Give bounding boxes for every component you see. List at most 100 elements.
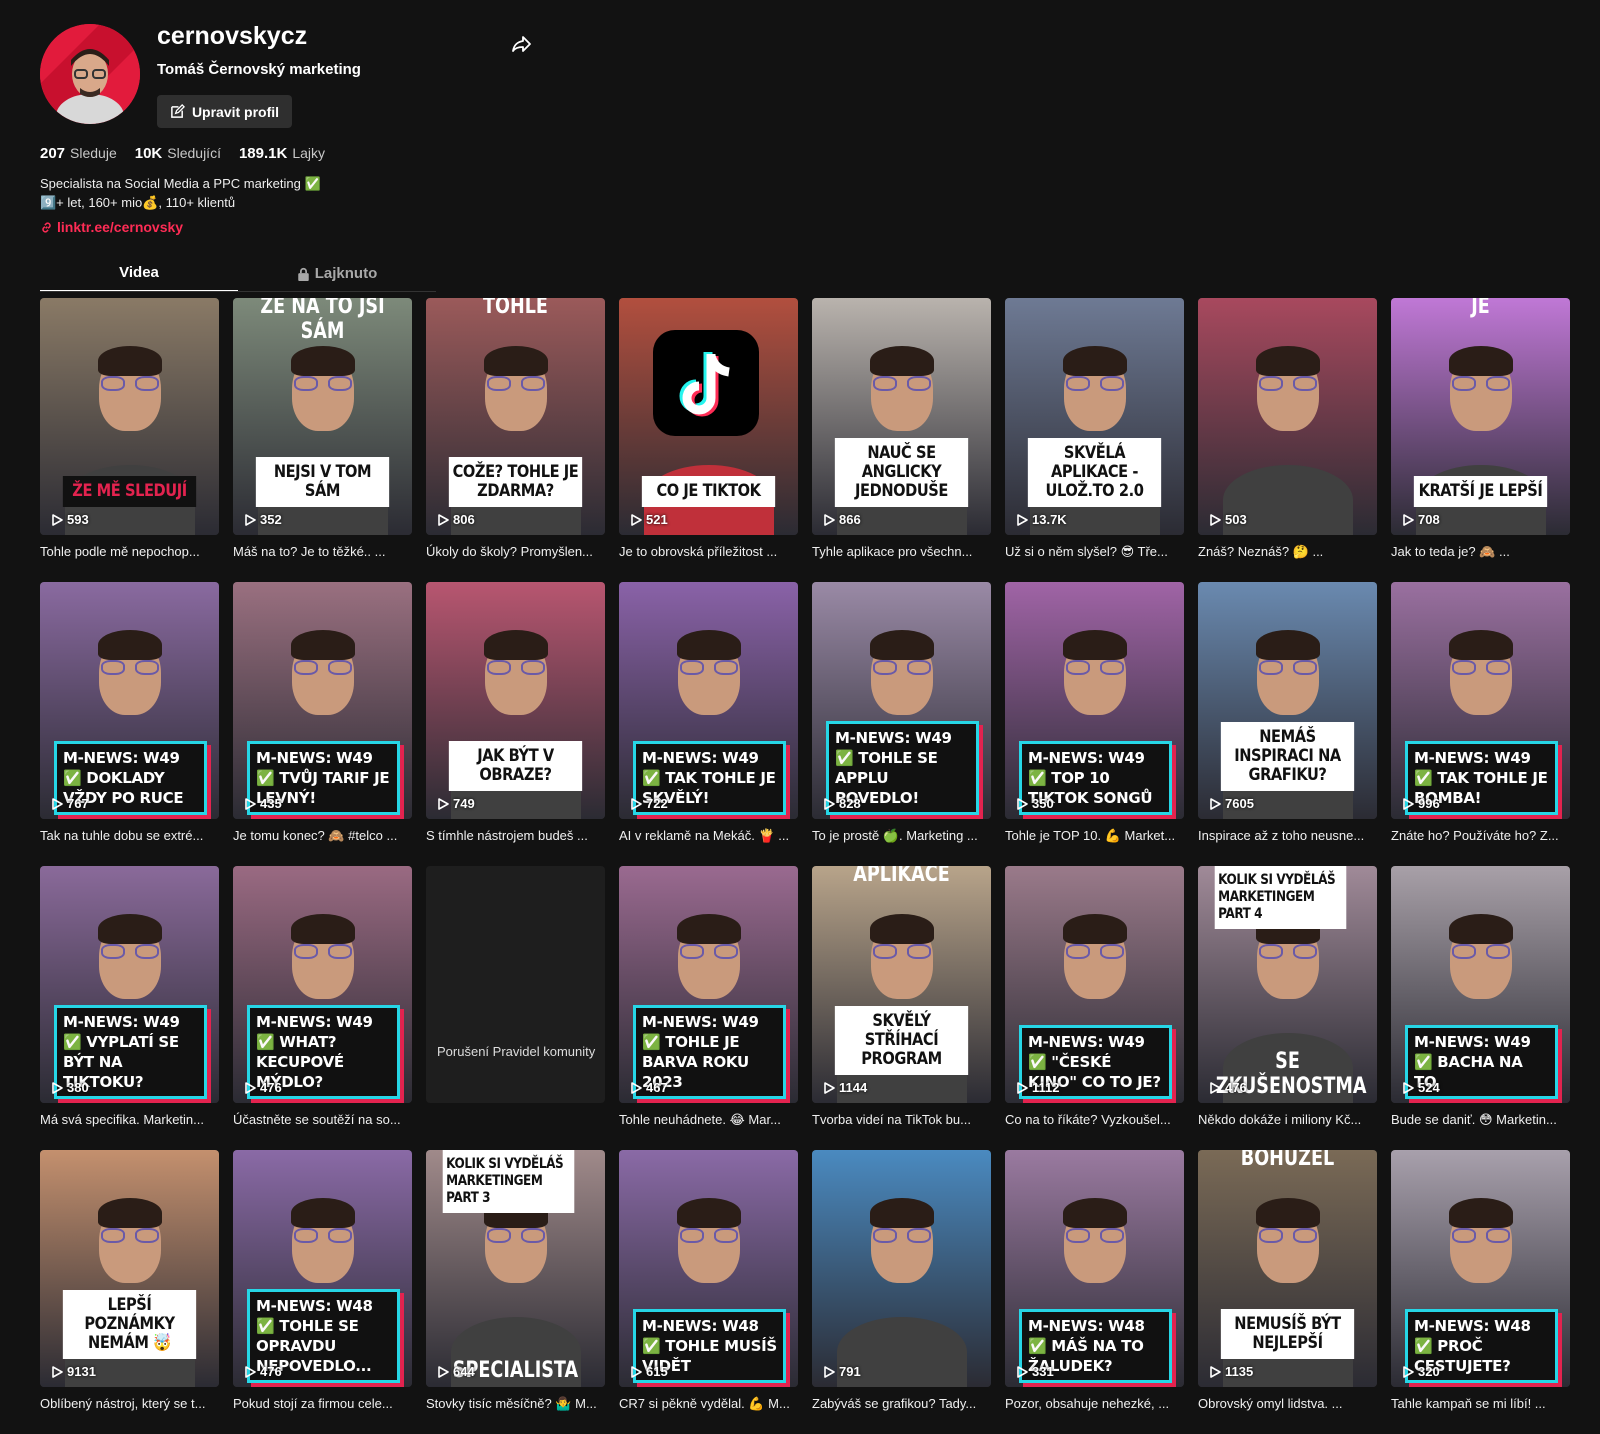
video-item[interactable]: M-NEWS: W49 ✅ TOHLE JE BARVA ROKU 2023 46…: [619, 866, 798, 1150]
avatar[interactable]: [40, 24, 140, 124]
edit-profile-button[interactable]: Upravit profil: [157, 95, 292, 128]
video-thumbnail[interactable]: M-NEWS: W49 ✅ TOP 10 TIKTOK SONGŮ 350: [1005, 582, 1184, 819]
video-thumbnail[interactable]: M-NEWS: W49 ✅ TAK TOHLE JE BOMBA! 996: [1391, 582, 1570, 819]
video-thumbnail[interactable]: CO JE TIKTOK 521: [619, 298, 798, 535]
video-thumbnail[interactable]: BOHUŽEL NEMUSÍŠ BÝT NEJLEPŠÍ 1135: [1198, 1150, 1377, 1387]
video-description[interactable]: Tyhle aplikace pro všechn...: [812, 544, 991, 559]
video-description[interactable]: Inspirace až z toho neusne...: [1198, 828, 1377, 843]
video-thumbnail[interactable]: M-NEWS: W48 ✅ MÁŠ NA TO ŽALUDEK? 331: [1005, 1150, 1184, 1387]
video-item[interactable]: APLIKACE SKVĚLÝ STŘÍHACÍ PROGRAM 1144 Tvorb…: [812, 866, 991, 1150]
video-item[interactable]: BOHUŽEL NEMUSÍŠ BÝT NEJLEPŠÍ 1135 Obrovský …: [1198, 1150, 1377, 1434]
video-description[interactable]: Úkoly do školy? Promyšlen...: [426, 544, 605, 559]
video-description[interactable]: Znáte ho? Používáte ho? Z...: [1391, 828, 1570, 843]
video-thumbnail[interactable]: 791: [812, 1150, 991, 1387]
video-thumbnail[interactable]: M-NEWS: W49 ✅ DOKLADY VŽDY PO RUCE 767: [40, 582, 219, 819]
video-thumbnail[interactable]: NAUČ SE ANGLICKY JEDNODUŠE 866: [812, 298, 991, 535]
video-description[interactable]: Tahle kampaň se mi líbí! ...: [1391, 1396, 1570, 1411]
video-description[interactable]: Je to obrovská příležitost ...: [619, 544, 798, 559]
video-thumbnail[interactable]: SKVĚLÁ APLIKACE - ULOŽ.TO 2.0 13.7K: [1005, 298, 1184, 535]
video-thumbnail[interactable]: NEMÁŠ INSPIRACI NA GRAFIKU? 7605: [1198, 582, 1377, 819]
video-item[interactable]: M-NEWS: W49 ✅ TOHLE SE APPLU POVEDLO! 828…: [812, 582, 991, 866]
video-item[interactable]: M-NEWS: W49 ✅ TOP 10 TIKTOK SONGŮ 350 Tohl…: [1005, 582, 1184, 866]
video-item[interactable]: M-NEWS: W49 ✅ "ČESKÉ KINO" CO TO JE? 1112…: [1005, 866, 1184, 1150]
video-thumbnail[interactable]: M-NEWS: W48 ✅ TOHLE SE OPRAVDU NEPOVEDLO…: [233, 1150, 412, 1387]
video-thumbnail[interactable]: ŽE MĚ SLEDUJÍ 593: [40, 298, 219, 535]
video-item[interactable]: M-NEWS: W49 ✅ TAK TOHLE JE BOMBA! 996 Znát…: [1391, 582, 1570, 866]
video-item[interactable]: M-NEWS: W48 ✅ TOHLE MUSÍŠ VIDĚT 615 CR7 si…: [619, 1150, 798, 1434]
video-description[interactable]: AI v reklamě na Mekáč. 🍟 ...: [619, 828, 798, 844]
video-description[interactable]: Bude se daniť. 😳 Marketin...: [1391, 1112, 1570, 1128]
video-thumbnail[interactable]: Porušení Pravidel komunity: [426, 866, 605, 1103]
video-description[interactable]: Účastněte se soutěží na so...: [233, 1112, 412, 1127]
video-description[interactable]: Tohle neuhádnete. 😂 Mar...: [619, 1112, 798, 1128]
video-thumbnail[interactable]: M-NEWS: W49 ✅ VYPLATÍ SE BÝT NA TIKTOKU?…: [40, 866, 219, 1103]
video-thumbnail[interactable]: LEPŠÍ POZNÁMKY NEMÁM 🤯 9131: [40, 1150, 219, 1387]
video-item[interactable]: NEMÁŠ INSPIRACI NA GRAFIKU? 7605 Inspirace…: [1198, 582, 1377, 866]
video-description[interactable]: Tohle je TOP 10. 💪 Market...: [1005, 828, 1184, 844]
video-thumbnail[interactable]: M-NEWS: W49 ✅ TOHLE SE APPLU POVEDLO! 828: [812, 582, 991, 819]
video-item[interactable]: M-NEWS: W49 ✅ TVŮJ TARIF JE LEVNÝ! 435 Je …: [233, 582, 412, 866]
video-item[interactable]: 503 Znáš? Neznáš? 🤔 ...: [1198, 298, 1377, 582]
video-description[interactable]: Už si o něm slyšel? 😎 Tře...: [1005, 544, 1184, 560]
video-item[interactable]: M-NEWS: W48 ✅ MÁŠ NA TO ŽALUDEK? 331 Pozor…: [1005, 1150, 1184, 1434]
video-item[interactable]: M-NEWS: W48 ✅ PROČ CESTUJETE? 320 Tahle ka…: [1391, 1150, 1570, 1434]
video-item[interactable]: M-NEWS: W49 ✅ TAK TOHLE JE SKVĚLÝ! 722 AI …: [619, 582, 798, 866]
video-description[interactable]: Jak to teda je? 🙈 ...: [1391, 544, 1570, 560]
video-thumbnail[interactable]: APLIKACE SKVĚLÝ STŘÍHACÍ PROGRAM 1144: [812, 866, 991, 1103]
video-item[interactable]: CO JE TIKTOK 521 Je to obrovská příležitos…: [619, 298, 798, 582]
video-item[interactable]: SKVĚLÁ APLIKACE - ULOŽ.TO 2.0 13.7K Už si …: [1005, 298, 1184, 582]
video-description[interactable]: Má svá specifika. Marketin...: [40, 1112, 219, 1127]
video-thumbnail[interactable]: M-NEWS: W48 ✅ TOHLE MUSÍŠ VIDĚT 615: [619, 1150, 798, 1387]
video-item[interactable]: KOLIK SI VYDĚLÁŠ MARKETINGEM PART 4 SE ZK…: [1198, 866, 1377, 1150]
video-item[interactable]: M-NEWS: W49 ✅ WHAT? KECUPOVÉ MÝDLO? 476 Úč…: [233, 866, 412, 1150]
video-thumbnail[interactable]: M-NEWS: W49 ✅ "ČESKÉ KINO" CO TO JE? 1112: [1005, 866, 1184, 1103]
video-description[interactable]: S tímhle nástrojem budeš ...: [426, 828, 605, 843]
video-thumbnail[interactable]: M-NEWS: W49 ✅ TAK TOHLE JE SKVĚLÝ! 722: [619, 582, 798, 819]
tab-videos[interactable]: Videa: [40, 258, 238, 292]
video-description[interactable]: Je tomu konec? 🙈 #telco ...: [233, 828, 412, 844]
video-item[interactable]: JAK BÝT V OBRAZE? 749 S tímhle nástrojem b…: [426, 582, 605, 866]
video-description[interactable]: To je prostě 🍏. Marketing ...: [812, 828, 991, 844]
video-thumbnail[interactable]: JAK BÝT V OBRAZE? 749: [426, 582, 605, 819]
video-description[interactable]: Co na to říkáte? Vyzkoušel...: [1005, 1112, 1184, 1127]
video-item[interactable]: NAUČ SE ANGLICKY JEDNODUŠE 866 Tyhle aplik…: [812, 298, 991, 582]
video-item[interactable]: JE KRATŠÍ JE LEPŠÍ 708 Jak to teda je? 🙈 ..…: [1391, 298, 1570, 582]
video-item[interactable]: LEPŠÍ POZNÁMKY NEMÁM 🤯 9131 Oblíbený nástr…: [40, 1150, 219, 1434]
video-description[interactable]: Pokud stojí za firmou cele...: [233, 1396, 412, 1411]
video-description[interactable]: Oblíbený nástroj, který se t...: [40, 1396, 219, 1411]
video-description[interactable]: Stovky tisíc měsíčně? 🤷‍♂️ M...: [426, 1396, 605, 1412]
video-item[interactable]: M-NEWS: W49 ✅ BACHA NA TO 524 Bude se dani…: [1391, 866, 1570, 1150]
video-description[interactable]: Tak na tuhle dobu se extré...: [40, 828, 219, 843]
video-thumbnail[interactable]: JE KRATŠÍ JE LEPŠÍ 708: [1391, 298, 1570, 535]
video-description[interactable]: Obrovský omyl lidstva. ...: [1198, 1396, 1377, 1411]
video-thumbnail[interactable]: M-NEWS: W49 ✅ TVŮJ TARIF JE LEVNÝ! 435: [233, 582, 412, 819]
video-thumbnail[interactable]: KOLIK SI VYDĚLÁŠ MARKETINGEM PART 3 SPECI…: [426, 1150, 605, 1387]
video-item[interactable]: M-NEWS: W48 ✅ TOHLE SE OPRAVDU NEPOVEDLO…: [233, 1150, 412, 1434]
video-item[interactable]: ŽE NA TO JSI SÁM NEJSI V TOM SÁM 352 Máš na…: [233, 298, 412, 582]
video-thumbnail[interactable]: M-NEWS: W49 ✅ BACHA NA TO 524: [1391, 866, 1570, 1103]
stat-following[interactable]: 207 Sleduje: [40, 145, 117, 162]
video-thumbnail[interactable]: M-NEWS: W48 ✅ PROČ CESTUJETE? 320: [1391, 1150, 1570, 1387]
video-description[interactable]: Zabýváš se grafikou? Tady...: [812, 1396, 991, 1411]
share-icon[interactable]: [510, 32, 534, 56]
stat-followers[interactable]: 10K Sledující: [135, 145, 221, 162]
video-description[interactable]: Tvorba videí na TikTok bu...: [812, 1112, 991, 1127]
video-description[interactable]: Pozor, obsahuje nehezké, ...: [1005, 1396, 1184, 1411]
video-description[interactable]: Někdo dokáže i miliony Kč...: [1198, 1112, 1377, 1127]
video-thumbnail[interactable]: M-NEWS: W49 ✅ TOHLE JE BARVA ROKU 2023 46…: [619, 866, 798, 1103]
video-thumbnail[interactable]: 503: [1198, 298, 1377, 535]
video-description[interactable]: CR7 si pěkně vydělal. 💪 M...: [619, 1396, 798, 1412]
video-item[interactable]: M-NEWS: W49 ✅ VYPLATÍ SE BÝT NA TIKTOKU?…: [40, 866, 219, 1150]
video-description[interactable]: Tohle podle mě nepochop...: [40, 544, 219, 559]
profile-link[interactable]: linktr.ee/cernovsky: [40, 219, 183, 235]
video-item[interactable]: ŽE MĚ SLEDUJÍ 593 Tohle podle mě nepochop.…: [40, 298, 219, 582]
video-item[interactable]: M-NEWS: W49 ✅ DOKLADY VŽDY PO RUCE 767 Tak…: [40, 582, 219, 866]
tab-liked[interactable]: Lajknuto: [238, 258, 436, 290]
video-thumbnail[interactable]: ŽE NA TO JSI SÁM NEJSI V TOM SÁM 352: [233, 298, 412, 535]
video-item[interactable]: KOLIK SI VYDĚLÁŠ MARKETINGEM PART 3 SPECI…: [426, 1150, 605, 1434]
video-description[interactable]: Znáš? Neznáš? 🤔 ...: [1198, 544, 1377, 560]
video-thumbnail[interactable]: TOHLE COŽE? TOHLE JE ZDARMA? 806: [426, 298, 605, 535]
video-item[interactable]: 791 Zabýváš se grafikou? Tady...: [812, 1150, 991, 1434]
video-thumbnail[interactable]: KOLIK SI VYDĚLÁŠ MARKETINGEM PART 4 SE ZK…: [1198, 866, 1377, 1103]
video-description[interactable]: Máš na to? Je to těžké.. ...: [233, 544, 412, 559]
